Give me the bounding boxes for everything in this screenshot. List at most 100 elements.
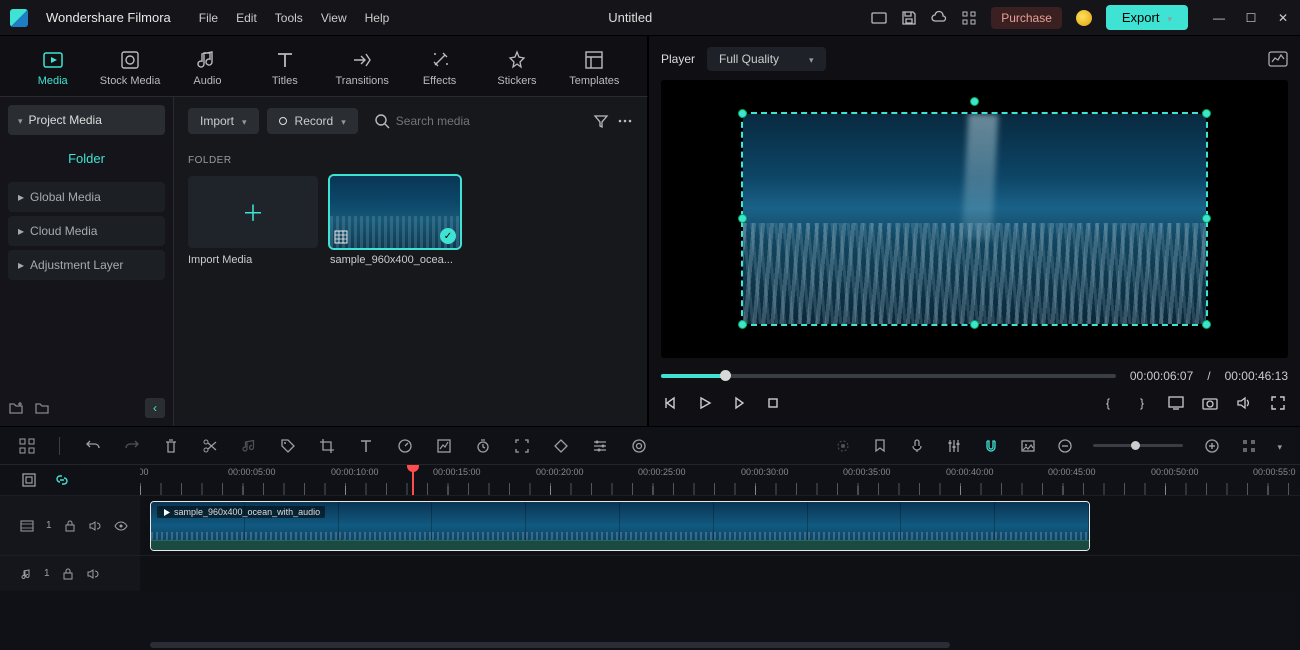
close-button[interactable]: ✕ [1276,11,1290,25]
timeline-clip[interactable]: sample_960x400_ocean_with_audio [150,501,1090,551]
apps-icon[interactable] [961,10,977,26]
mark-out-button[interactable]: } [1134,395,1150,411]
zoom-slider[interactable] [1093,444,1183,447]
detect-icon[interactable] [513,437,530,454]
tab-stickers[interactable]: Stickers [478,49,555,87]
text-icon[interactable] [357,437,374,454]
purchase-button[interactable]: Purchase [991,7,1062,29]
new-folder-icon[interactable] [8,400,24,416]
color-icon[interactable] [435,437,452,454]
redo-icon[interactable] [123,437,140,454]
sidebar-cloud-media[interactable]: ▸Cloud Media [8,216,165,246]
select-track-icon[interactable] [20,472,37,489]
tab-media[interactable]: Media [14,49,91,87]
chevron-down-icon[interactable] [1277,439,1282,453]
adjust-icon[interactable] [591,437,608,454]
menu-view[interactable]: View [321,11,347,25]
save-icon[interactable] [901,10,917,26]
audio-track-head[interactable]: 1 [0,556,140,591]
folder-icon[interactable] [34,400,50,416]
mark-in-button[interactable]: { [1100,395,1116,411]
timeline-scrollbar[interactable] [0,642,1300,650]
record-tl-icon[interactable] [834,437,851,454]
volume-icon[interactable] [1236,395,1252,411]
tab-titles[interactable]: Titles [246,49,323,87]
layout-icon[interactable] [18,437,35,454]
record-dropdown[interactable]: Record [267,108,358,134]
resize-handle[interactable] [738,214,747,223]
tab-templates[interactable]: Templates [556,49,633,87]
mixer-icon[interactable] [945,437,962,454]
mute-icon[interactable] [86,568,100,580]
maximize-button[interactable]: ☐ [1244,11,1258,25]
music-edit-icon[interactable] [240,437,257,454]
next-frame-button[interactable] [731,395,747,411]
mute-icon[interactable] [88,520,102,532]
cloud-icon[interactable] [931,10,947,26]
sidebar-project-media[interactable]: Project Media [8,105,165,135]
zoom-in-icon[interactable] [1203,437,1220,454]
crop-icon[interactable] [318,437,335,454]
playhead[interactable] [412,465,414,495]
quality-dropdown[interactable]: Full Quality [707,47,826,71]
marker-icon[interactable] [871,437,888,454]
rotate-handle[interactable] [970,97,979,106]
resize-handle[interactable] [1202,214,1211,223]
resize-handle[interactable] [738,320,747,329]
import-media-card[interactable]: ＋ Import Media [188,176,318,266]
tab-transitions[interactable]: Transitions [324,49,401,87]
menu-edit[interactable]: Edit [236,11,257,25]
visibility-icon[interactable] [114,521,128,531]
display-icon[interactable] [1168,395,1184,411]
time-ruler[interactable]: 00:00 00:00:05:00 00:00:10:00 00:00:15:0… [140,465,1300,495]
tab-effects[interactable]: Effects [401,49,478,87]
import-dropdown[interactable]: Import [188,108,259,134]
resize-handle[interactable] [1202,109,1211,118]
play-button[interactable] [697,395,713,411]
tab-stock-media[interactable]: Stock Media [91,49,168,87]
export-button[interactable]: Export [1106,5,1188,30]
zoom-knob[interactable] [1131,441,1140,450]
sidebar-global-media[interactable]: ▸Global Media [8,182,165,212]
lock-icon[interactable] [62,568,74,580]
media-clip-card[interactable]: ✓ sample_960x400_ocea... [330,176,460,266]
minimize-button[interactable]: — [1212,11,1226,25]
frame-icon[interactable] [1019,437,1036,454]
resize-handle[interactable] [1202,320,1211,329]
undo-icon[interactable] [84,437,101,454]
speed-icon[interactable] [396,437,413,454]
search-input[interactable] [396,114,516,128]
menu-help[interactable]: Help [365,11,390,25]
scrub-knob[interactable] [720,370,731,381]
zoom-out-icon[interactable] [1056,437,1073,454]
fullscreen-icon[interactable] [1270,395,1286,411]
account-icon[interactable] [1076,10,1092,26]
device-icon[interactable] [871,10,887,26]
collapse-sidebar-button[interactable]: ‹ [145,398,165,418]
timer-icon[interactable] [474,437,491,454]
preview-viewport[interactable] [661,80,1288,358]
tab-audio[interactable]: Audio [169,49,246,87]
lock-icon[interactable] [64,520,76,532]
scopes-icon[interactable] [1268,51,1288,67]
video-track-head[interactable]: 1 [0,496,140,555]
scrub-bar[interactable] [661,374,1116,378]
selection-bounds[interactable] [741,112,1208,326]
keyframe-icon[interactable] [552,437,569,454]
chroma-icon[interactable] [630,437,647,454]
filter-icon[interactable] [593,113,609,129]
link-icon[interactable] [53,472,70,489]
search-media[interactable] [366,113,585,129]
magnetic-icon[interactable] [982,437,999,454]
prev-frame-button[interactable] [663,395,679,411]
snapshot-icon[interactable] [1202,395,1218,411]
track-view-icon[interactable] [1240,437,1257,454]
voiceover-icon[interactable] [908,437,925,454]
menu-file[interactable]: File [199,11,218,25]
resize-handle[interactable] [970,320,979,329]
resize-handle[interactable] [738,109,747,118]
more-icon[interactable] [617,113,633,129]
sidebar-adjustment-layer[interactable]: ▸Adjustment Layer [8,250,165,280]
menu-tools[interactable]: Tools [275,11,303,25]
stop-button[interactable] [765,395,781,411]
